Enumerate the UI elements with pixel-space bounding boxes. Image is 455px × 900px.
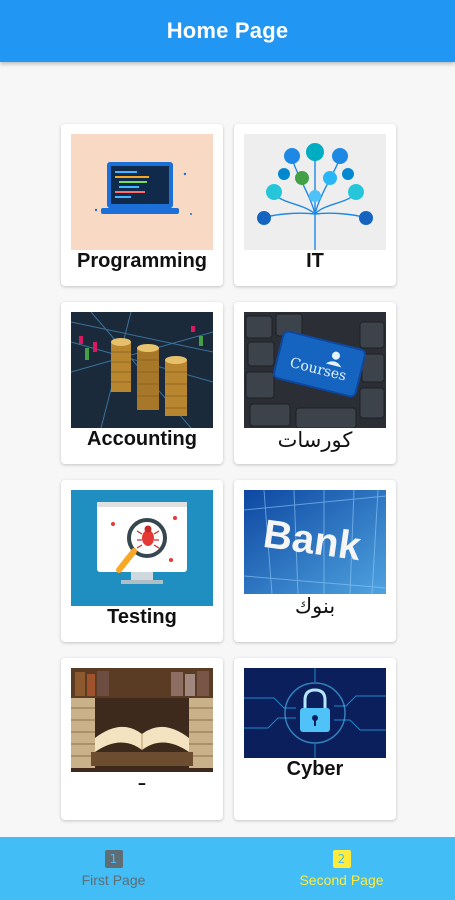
it-network-image <box>244 134 386 250</box>
books-image <box>71 668 213 772</box>
bottom-navigation: 1 First Page 2 Second Page <box>0 837 455 900</box>
tab-second-page[interactable]: 2 Second Page <box>228 837 455 900</box>
category-label: بنوك <box>294 594 336 618</box>
category-label: Cyber <box>286 758 344 780</box>
category-card-courses[interactable]: Courses كورسات <box>234 302 396 464</box>
page-one-icon: 1 <box>104 849 123 868</box>
category-label: كورسات <box>277 428 353 452</box>
category-label: Accounting <box>87 428 197 450</box>
category-card-cyber[interactable]: Cyber <box>234 658 396 820</box>
tab-label: First Page <box>81 871 146 888</box>
page-two-icon: 2 <box>332 849 351 868</box>
programming-image <box>71 134 213 250</box>
category-grid: Programming IT Accounting Courses كورسات… <box>0 62 455 837</box>
accounting-coins-image <box>71 312 213 428</box>
bank-building-image: Bank <box>244 490 386 594</box>
category-label: Programming <box>76 250 208 272</box>
courses-keyboard-image: Courses <box>244 312 386 428</box>
app-bar: Home Page <box>0 0 455 62</box>
category-card-accounting[interactable]: Accounting <box>61 302 223 464</box>
category-label: IT <box>306 250 324 272</box>
testing-bug-image <box>71 490 213 606</box>
cyber-lock-image <box>244 668 386 758</box>
category-label: Testing <box>107 606 177 628</box>
tab-label: Second Page <box>299 871 384 888</box>
tab-first-page[interactable]: 1 First Page <box>0 837 227 900</box>
category-card-books[interactable]: ـ <box>61 658 223 820</box>
category-label: ـ <box>138 766 146 790</box>
category-card-testing[interactable]: Testing <box>61 480 223 642</box>
page-title: Home Page <box>166 18 289 43</box>
category-card-programming[interactable]: Programming <box>61 124 223 286</box>
category-card-it[interactable]: IT <box>234 124 396 286</box>
category-card-banks[interactable]: Bank بنوك <box>234 480 396 642</box>
